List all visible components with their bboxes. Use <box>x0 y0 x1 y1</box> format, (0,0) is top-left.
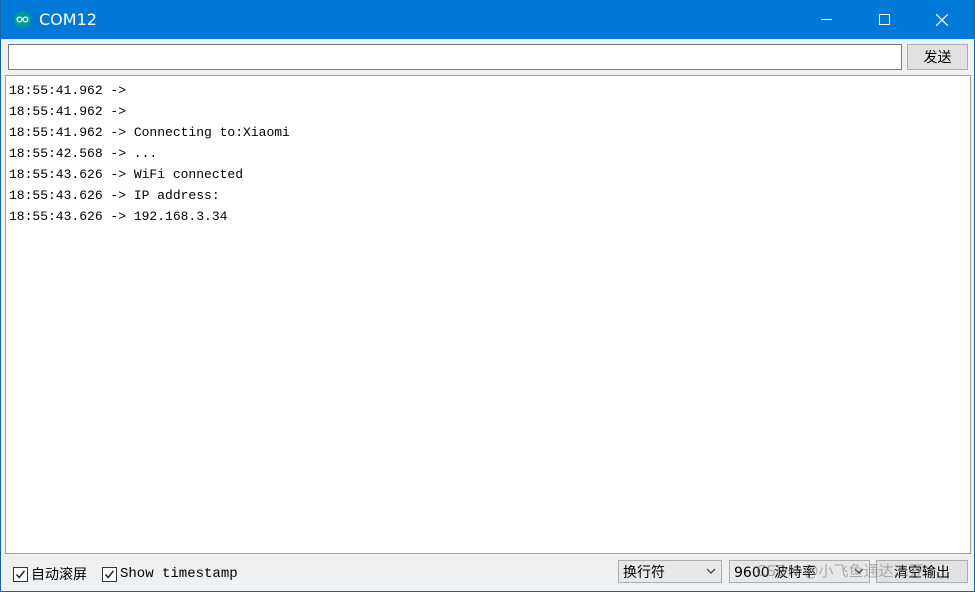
output-line: 18:55:43.626 -> 192.168.3.34 <box>9 209 228 224</box>
output-line: 18:55:41.962 -> Connecting to:Xiaomi <box>9 125 290 140</box>
serial-monitor-window: COM12 发送 18:55:41.962 -> 18:55:41.962 ->… <box>0 0 975 592</box>
window-title: COM12 <box>39 10 97 29</box>
show-timestamp-label: Show timestamp <box>120 566 238 582</box>
chevron-down-icon <box>706 568 716 574</box>
autoscroll-label: 自动滚屏 <box>31 567 87 583</box>
title-bar[interactable]: COM12 <box>1 0 974 39</box>
checkbox-checked-icon <box>102 566 117 582</box>
maximize-icon <box>878 14 890 25</box>
status-bar: 自动滚屏 Show timestamp 换行符 9600 波特率 清空输出 <box>1 557 974 591</box>
baud-rate-select[interactable]: 9600 波特率 <box>729 560 870 583</box>
arduino-infinity-icon <box>14 11 31 28</box>
send-input[interactable] <box>8 44 902 70</box>
output-line: 18:55:43.626 -> WiFi connected <box>9 167 244 182</box>
output-line: 18:55:43.626 -> IP address: <box>9 188 228 203</box>
output-line: 18:55:41.962 -> <box>9 104 134 119</box>
baud-rate-value: 9600 波特率 <box>734 564 817 581</box>
line-ending-value: 换行符 <box>623 564 665 581</box>
output-line: 18:55:42.568 -> ... <box>9 146 158 161</box>
chevron-down-icon <box>854 568 864 574</box>
checkbox-checked-icon <box>13 566 28 582</box>
minimize-button[interactable] <box>803 0 849 39</box>
output-line: 18:55:41.962 -> <box>9 83 134 98</box>
close-button[interactable] <box>919 0 965 39</box>
serial-output[interactable]: 18:55:41.962 -> 18:55:41.962 -> 18:55:41… <box>5 75 971 554</box>
clear-output-button[interactable]: 清空输出 <box>876 560 968 583</box>
show-timestamp-checkbox[interactable]: Show timestamp <box>102 564 238 584</box>
autoscroll-checkbox[interactable]: 自动滚屏 <box>13 564 87 584</box>
send-button[interactable]: 发送 <box>907 44 968 70</box>
maximize-button[interactable] <box>861 0 907 39</box>
line-ending-select[interactable]: 换行符 <box>618 560 722 583</box>
close-icon <box>936 13 948 26</box>
minimize-icon <box>820 19 832 20</box>
